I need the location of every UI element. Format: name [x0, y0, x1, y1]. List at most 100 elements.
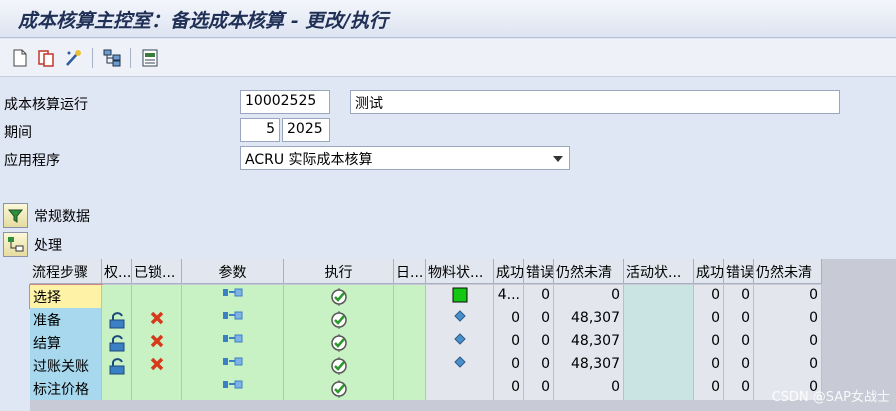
material-status-cell[interactable]: [426, 285, 494, 308]
parameter-cell[interactable]: [182, 308, 284, 331]
column-header[interactable]: 成功: [494, 259, 524, 284]
process-step[interactable]: 结算: [30, 331, 102, 354]
period-label: 期间: [4, 125, 32, 141]
hierarchy-icon[interactable]: [102, 48, 122, 68]
status-diamond-icon[interactable]: [453, 333, 466, 349]
activity-status-cell[interactable]: [624, 377, 694, 400]
execute-cell[interactable]: [284, 377, 394, 400]
authorization-cell[interactable]: [102, 285, 132, 308]
process-step[interactable]: 标注价格: [30, 377, 102, 400]
column-header[interactable]: 错误: [724, 259, 754, 284]
log-cell[interactable]: [394, 285, 426, 308]
column-header[interactable]: 执行: [284, 259, 394, 284]
material-status-cell[interactable]: [426, 308, 494, 331]
activity-success: 0: [694, 331, 724, 354]
activity-error: 0: [724, 354, 754, 377]
process-step[interactable]: 准备: [30, 308, 102, 331]
activity-open: 0: [754, 308, 822, 331]
parameter-icon[interactable]: [222, 333, 244, 349]
status-diamond-icon[interactable]: [453, 310, 466, 326]
column-header[interactable]: 日...: [394, 259, 426, 284]
column-header[interactable]: 错误: [524, 259, 554, 284]
column-header[interactable]: 仍然未清: [554, 259, 624, 284]
parameter-cell[interactable]: [182, 377, 284, 400]
activity-status-cell[interactable]: [624, 354, 694, 377]
run-desc-field[interactable]: 测试: [350, 90, 840, 114]
parameter-icon[interactable]: [222, 356, 244, 372]
column-header[interactable]: 物料状...: [426, 259, 494, 284]
parameter-icon[interactable]: [222, 310, 244, 326]
locked-cell[interactable]: [132, 331, 182, 354]
execute-cell[interactable]: [284, 331, 394, 354]
parameter-cell[interactable]: [182, 285, 284, 308]
parameter-cell[interactable]: [182, 331, 284, 354]
execute-icon[interactable]: [329, 334, 349, 354]
wand-icon[interactable]: [63, 48, 83, 68]
material-status-cell[interactable]: [426, 331, 494, 354]
authorization-cell[interactable]: [102, 308, 132, 331]
activity-success: 0: [694, 285, 724, 308]
process-step[interactable]: 选择: [29, 284, 103, 309]
parameter-cell[interactable]: [182, 354, 284, 377]
material-success: 0: [494, 377, 524, 400]
display-icon[interactable]: [140, 48, 160, 68]
section-process[interactable]: 处理: [0, 229, 896, 259]
chevron-down-icon[interactable]: [553, 156, 563, 162]
execute-icon[interactable]: [329, 380, 349, 400]
run-id-field[interactable]: 10002525: [240, 90, 330, 114]
material-status-cell[interactable]: [426, 377, 494, 400]
execute-icon[interactable]: [329, 311, 349, 331]
authorization-cell[interactable]: [102, 377, 132, 400]
funnel-icon[interactable]: [3, 203, 28, 228]
parameter-icon[interactable]: [222, 379, 244, 395]
status-diamond-icon[interactable]: [453, 356, 466, 372]
log-cell[interactable]: [394, 331, 426, 354]
locked-cell[interactable]: [132, 377, 182, 400]
error-cross-icon[interactable]: [149, 311, 165, 330]
execute-cell[interactable]: [284, 308, 394, 331]
column-header[interactable]: 权...: [102, 259, 132, 284]
execute-icon[interactable]: [329, 288, 349, 308]
activity-success: 0: [694, 308, 724, 331]
material-status-cell[interactable]: [426, 354, 494, 377]
material-success: 0: [494, 354, 524, 377]
toolbar: [0, 39, 896, 77]
tree-icon[interactable]: [3, 232, 28, 257]
log-cell[interactable]: [394, 354, 426, 377]
year-field[interactable]: 2025: [282, 118, 330, 142]
execute-icon[interactable]: [329, 357, 349, 377]
authorization-cell[interactable]: [102, 331, 132, 354]
execute-cell[interactable]: [284, 285, 394, 308]
parameter-icon[interactable]: [222, 287, 244, 303]
error-cross-icon[interactable]: [149, 357, 165, 376]
column-header[interactable]: 仍然未清: [754, 259, 822, 284]
locked-cell[interactable]: [132, 308, 182, 331]
app-select[interactable]: ACRU 实际成本核算: [240, 146, 570, 170]
authorization-cell[interactable]: [102, 354, 132, 377]
status-green-icon[interactable]: [452, 287, 468, 307]
column-header[interactable]: 参数: [182, 259, 284, 284]
error-cross-icon[interactable]: [149, 334, 165, 353]
section-general[interactable]: 常规数据: [0, 200, 896, 230]
column-header[interactable]: 成功: [694, 259, 724, 284]
lock-icon[interactable]: [107, 335, 127, 354]
activity-error: 0: [724, 377, 754, 400]
log-cell[interactable]: [394, 308, 426, 331]
column-header[interactable]: 已锁...: [132, 259, 182, 284]
lock-icon[interactable]: [107, 358, 127, 377]
log-cell[interactable]: [394, 377, 426, 400]
column-header[interactable]: 活动状...: [624, 259, 694, 284]
column-header[interactable]: 流程步骤: [30, 259, 102, 284]
locked-cell[interactable]: [132, 285, 182, 308]
material-error: 0: [524, 285, 554, 308]
period-field[interactable]: 5: [240, 118, 280, 142]
activity-status-cell[interactable]: [624, 285, 694, 308]
locked-cell[interactable]: [132, 354, 182, 377]
execute-cell[interactable]: [284, 354, 394, 377]
process-step[interactable]: 过账关账: [30, 354, 102, 377]
lock-icon[interactable]: [107, 312, 127, 331]
copy-icon[interactable]: [36, 48, 56, 68]
new-doc-icon[interactable]: [10, 48, 30, 68]
activity-status-cell[interactable]: [624, 308, 694, 331]
activity-status-cell[interactable]: [624, 331, 694, 354]
